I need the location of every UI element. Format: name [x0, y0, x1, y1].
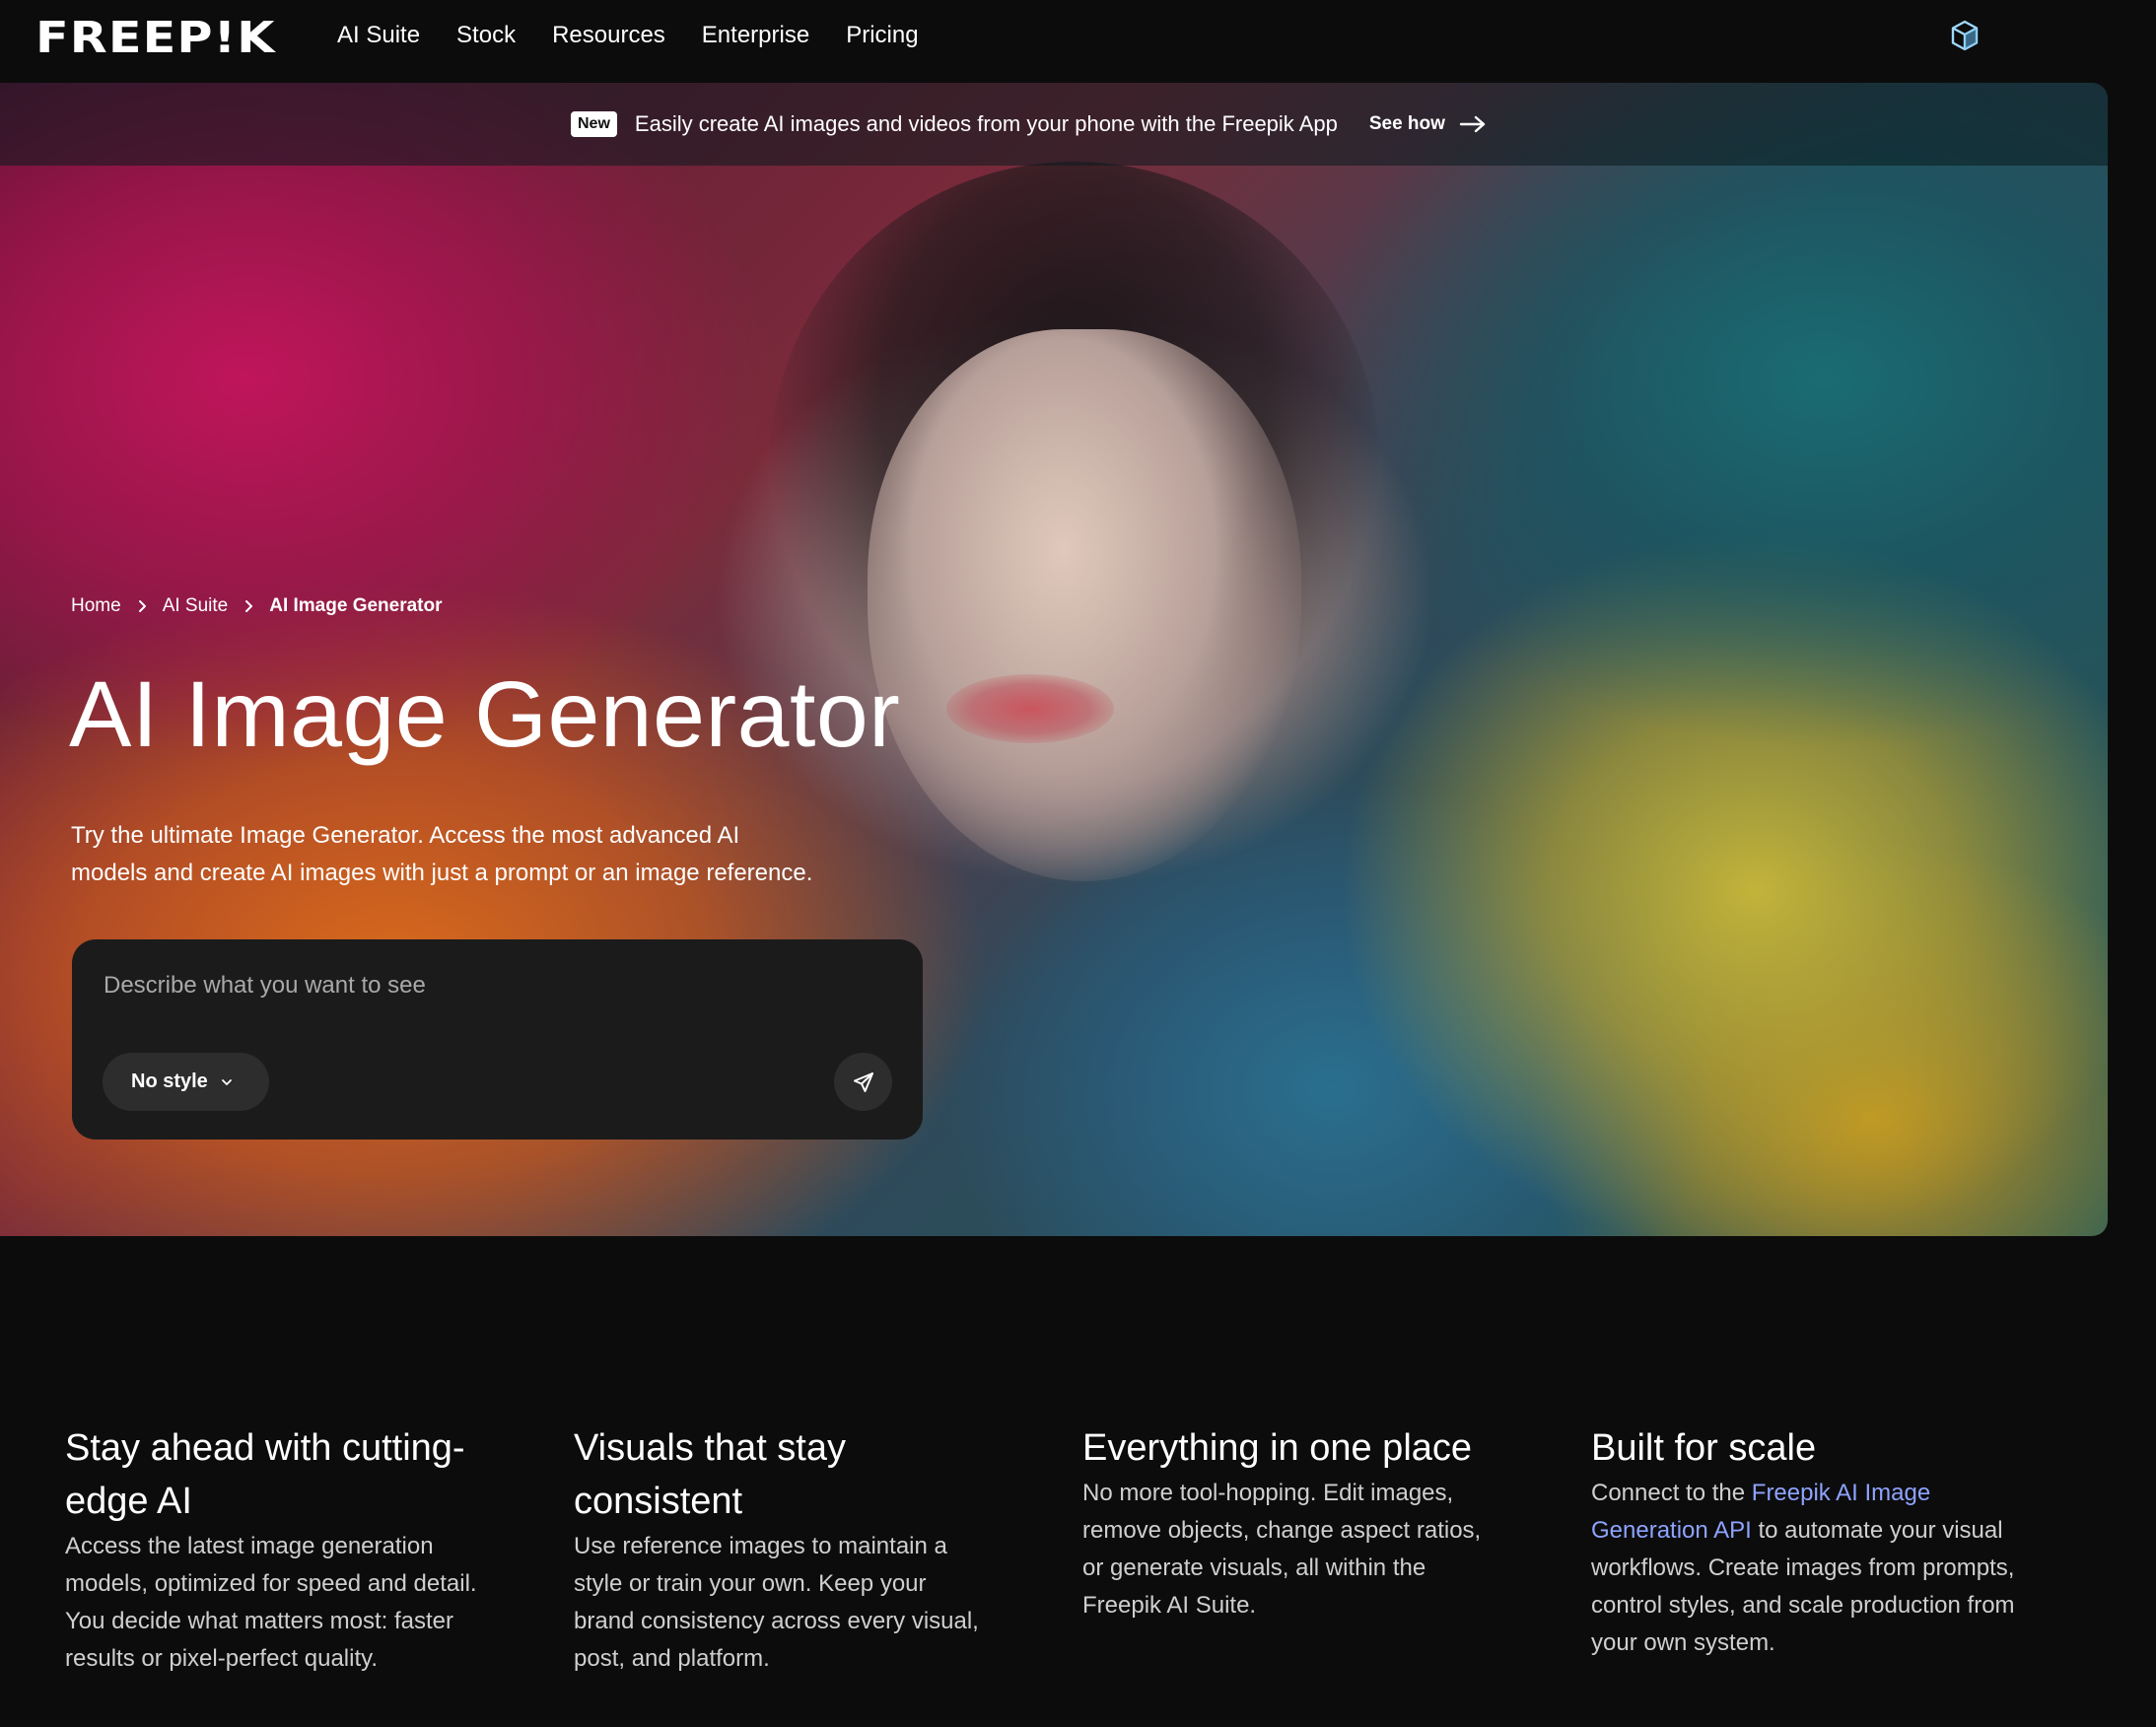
top-nav: FREEP!K AI Suite Stock Resources Enterpr… — [0, 0, 2156, 83]
style-dropdown[interactable]: No style — [103, 1053, 269, 1111]
feature-body-prefix: Connect to the — [1591, 1480, 1752, 1506]
feature-cutting-edge: Stay ahead with cutting-edge AI Access t… — [65, 1421, 509, 1678]
breadcrumb-home[interactable]: Home — [71, 595, 121, 617]
feature-scale: Built for scale Connect to the Freepik A… — [1591, 1421, 2035, 1662]
breadcrumb-current: AI Image Generator — [269, 595, 443, 616]
hero-image-lips — [946, 674, 1114, 743]
chevron-down-icon — [221, 1078, 232, 1085]
nav-item-enterprise[interactable]: Enterprise — [702, 22, 809, 49]
feature-body: Access the latest image generation model… — [65, 1533, 477, 1672]
app-promo-banner: New Easily create AI images and videos f… — [0, 83, 2108, 166]
hero-subtitle-line-2: models and create AI images with just a … — [71, 860, 813, 886]
feature-title: Everything in one place — [1082, 1427, 1473, 1469]
new-badge: New — [571, 111, 617, 137]
cube-icon[interactable] — [1950, 20, 1980, 51]
hero-subtitle-line-1: Try the ultimate Image Generator. Access… — [71, 822, 740, 849]
feature-one-place: Everything in one place No more tool-hop… — [1082, 1421, 1496, 1624]
nav-item-pricing[interactable]: Pricing — [846, 22, 918, 49]
feature-title: Stay ahead with cutting-edge AI — [65, 1427, 465, 1522]
send-icon — [853, 1071, 873, 1092]
freepik-logo[interactable]: FREEP!K — [35, 13, 276, 63]
hero-section: New Easily create AI images and videos f… — [0, 83, 2108, 1236]
feature-body: Use reference images to maintain a style… — [574, 1533, 979, 1672]
arrow-right-icon[interactable] — [1459, 114, 1487, 134]
breadcrumb: Home AI Suite AI Image Generator — [71, 595, 443, 617]
hero-subtitle: Try the ultimate Image Generator. Access… — [71, 817, 939, 892]
generate-button[interactable] — [834, 1053, 892, 1111]
nav-item-stock[interactable]: Stock — [456, 22, 516, 49]
nav-item-resources[interactable]: Resources — [552, 22, 665, 49]
chevron-right-icon — [138, 600, 146, 612]
main-nav: AI Suite Stock Resources Enterprise Pric… — [337, 0, 955, 71]
feature-title: Built for scale — [1591, 1427, 1817, 1469]
breadcrumb-ai-suite[interactable]: AI Suite — [163, 595, 229, 617]
prompt-input[interactable] — [104, 961, 872, 1010]
chevron-right-icon — [245, 600, 253, 612]
hero-image-face — [868, 329, 1301, 881]
page-title: AI Image Generator — [69, 662, 901, 767]
style-dropdown-label: No style — [131, 1071, 208, 1092]
prompt-box: No style — [72, 939, 923, 1140]
see-how-link[interactable]: See how — [1369, 113, 1445, 135]
feature-body: No more tool-hopping. Edit images, remov… — [1082, 1480, 1482, 1619]
feature-body: Connect to the Freepik AI Image Generati… — [1591, 1475, 2035, 1662]
banner-text: Easily create AI images and videos from … — [634, 111, 1338, 136]
feature-consistent: Visuals that stay consistent Use referen… — [574, 1421, 988, 1678]
feature-title: Visuals that stay consistent — [574, 1427, 847, 1522]
nav-item-ai-suite[interactable]: AI Suite — [337, 22, 420, 49]
